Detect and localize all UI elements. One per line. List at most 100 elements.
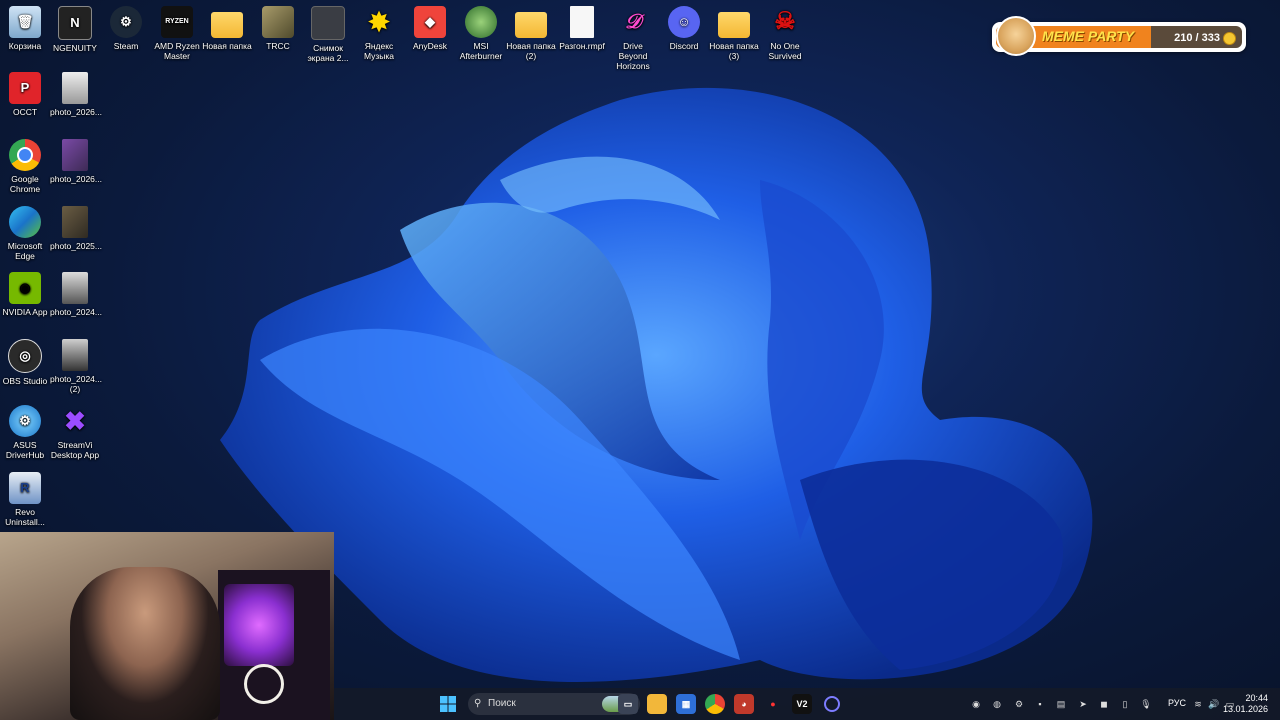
desktop-icon-photo-3[interactable]: photo_2025... <box>50 206 102 251</box>
desktop-icon-photo-1[interactable]: photo_2026... <box>50 72 102 117</box>
search-placeholder: Поиск <box>488 698 516 709</box>
meme-party-title: MEME PARTY <box>1042 28 1135 44</box>
desktop-icon-label: AnyDesk <box>412 41 447 51</box>
desktop-icon-photo-4[interactable]: photo_2024... <box>50 272 102 317</box>
photo-thumbnail-icon <box>62 72 88 104</box>
desktop-icon-nvidia-app[interactable]: ◉ NVIDIA App <box>0 272 50 317</box>
desktop-icon-msi-afterburner[interactable]: MSI Afterburner <box>456 6 506 61</box>
wifi-icon[interactable]: ≋ <box>1192 698 1204 710</box>
tray-telegram-icon[interactable]: ➤ <box>1077 698 1089 710</box>
tray-folder-icon[interactable]: ▤ <box>1055 698 1067 710</box>
desktop-icon-label: Снимок экрана 2... <box>307 43 349 63</box>
file-icon <box>570 6 594 38</box>
desktop-icon-recycle-bin[interactable]: 🗑 Корзина <box>0 6 50 51</box>
desktop-icon-label: OCCT <box>12 107 38 117</box>
coin-icon <box>1223 32 1236 45</box>
desktop-icon-label: NVIDIA App <box>2 307 48 317</box>
desktop-icon-label: Steam <box>113 41 139 51</box>
v2-taskbar-button[interactable]: V2 <box>792 694 812 714</box>
microphone-icon[interactable]: 🎙 <box>1140 698 1152 710</box>
desktop-icon-asus-driverhub[interactable]: ⚙ ASUS DriverHub <box>0 405 50 460</box>
taskbar-search-box[interactable]: ⚲ Поиск <box>468 693 640 715</box>
desktop-icon-discord[interactable]: ☺ Discord <box>659 6 709 51</box>
no-one-survived-icon: ☠ <box>774 8 796 35</box>
tray-nvidia-icon[interactable]: ◼ <box>1098 698 1110 710</box>
tray-red-dot-icon[interactable]: ◉ <box>970 698 982 710</box>
start-button[interactable] <box>438 694 458 714</box>
doge-icon <box>996 16 1036 56</box>
desktop-icon-label: NGENUITY <box>53 43 97 53</box>
search-icon: ⚲ <box>474 698 482 709</box>
desktop-icon-new-folder-2[interactable]: Новая папка (2) <box>506 6 556 61</box>
desktop-icon-revo-uninstaller[interactable]: R Revo Uninstall... <box>0 472 50 527</box>
volume-icon[interactable]: 🔊 <box>1208 698 1220 710</box>
browser-icon: ◕ <box>741 699 747 709</box>
photo-thumbnail-icon <box>62 272 88 304</box>
desktop-icon-edge[interactable]: Microsoft Edge <box>0 206 50 261</box>
drive-beyond-horizons-icon: 𝒟 <box>625 11 641 33</box>
desktop-icon-label: Новая папка (3) <box>709 41 759 61</box>
desktop-icon-label: Google Chrome <box>9 174 41 194</box>
desktop-icon-label: photo_2026... <box>50 174 102 184</box>
cortana-taskbar-button[interactable] <box>822 694 842 714</box>
photo-thumbnail-icon <box>62 339 88 371</box>
desktop-icon-label: photo_2024... (2) <box>50 374 102 394</box>
store-icon: ▦ <box>681 698 691 709</box>
tray-settings-icon[interactable]: ⚙ <box>1013 698 1025 710</box>
screenshot-icon <box>311 6 345 40</box>
file-explorer-button[interactable] <box>647 694 667 714</box>
chrome-icon <box>9 139 41 171</box>
recorder-icon: ● <box>770 699 776 709</box>
desktop-icon-label: photo_2024... <box>50 307 102 317</box>
desktop-icon-streamvi[interactable]: ✖ StreamVi Desktop App <box>50 405 100 460</box>
desktop-icon-trcc[interactable]: TRCC <box>253 6 303 51</box>
desktop-icon-new-folder[interactable]: Новая папка <box>202 6 252 51</box>
desktop-icon-label: OBS Studio <box>2 376 48 386</box>
desktop-icon-steam[interactable]: ⚙ Steam <box>101 6 151 51</box>
tray-usb-icon[interactable]: ▯ <box>1119 698 1131 710</box>
recorder-taskbar-button[interactable]: ● <box>763 694 783 714</box>
store-button[interactable]: ▦ <box>676 694 696 714</box>
ngenuity-icon: N <box>58 6 92 40</box>
tray-afterburner-icon[interactable]: ◍ <box>991 698 1003 710</box>
desktop-icon-label: Корзина <box>8 41 42 51</box>
desktop-icon-no-one-survived[interactable]: ☠ No One Survived <box>760 6 810 62</box>
occt-icon: P <box>9 72 41 104</box>
desktop-icon-label: Яндекс Музыка <box>363 41 395 61</box>
meme-party-widget: MEME PARTY 210 / 333 <box>992 16 1246 56</box>
desktop-icon-label: AMD Ryzen Master <box>154 41 200 61</box>
edge-icon <box>9 206 41 238</box>
desktop-icon-photo-2[interactable]: photo_2026... <box>50 139 102 184</box>
task-view-button[interactable]: ▭ <box>618 694 638 714</box>
desktop-icon-label: TRCC <box>266 41 290 51</box>
desktop-icon-yandex-music[interactable]: ✸ Яндекс Музыка <box>354 6 404 61</box>
desktop-icon-obs[interactable]: ◎ OBS Studio <box>0 339 50 386</box>
desktop-icon-rmpf-file[interactable]: Разгон.rmpf <box>557 6 607 51</box>
desktop-icon-screenshot[interactable]: Снимок экрана 2... <box>303 6 353 63</box>
chrome-taskbar-button[interactable] <box>705 694 725 714</box>
photo-thumbnail-icon <box>62 206 88 238</box>
webcam-streamer <box>70 567 220 720</box>
desktop-icon-label: Разгон.rmpf <box>559 41 605 51</box>
taskbar-clock[interactable]: 20:44 13.01.2026 <box>1223 693 1268 715</box>
folder-icon <box>718 12 750 38</box>
desktop-icon-label: StreamVi Desktop App <box>50 440 100 460</box>
desktop-icon-ngenuity[interactable]: N NGENUITY <box>50 6 100 53</box>
browser-taskbar-button[interactable]: ◕ <box>734 694 754 714</box>
desktop-icon-label: photo_2025... <box>50 241 102 251</box>
desktop-icon-drive-beyond-horizons[interactable]: 𝒟 Drive Beyond Horizons <box>608 6 658 71</box>
photo-thumbnail-icon <box>62 139 88 171</box>
desktop-icon-chrome[interactable]: Google Chrome <box>0 139 50 194</box>
tray-app-icon[interactable]: ▪ <box>1034 698 1046 710</box>
language-indicator[interactable]: РУС <box>1168 698 1186 708</box>
desktop-icon-photo-5[interactable]: photo_2024... (2) <box>50 339 102 394</box>
desktop-icon-ryzen-master[interactable]: RYZEN AMD Ryzen Master <box>152 6 202 61</box>
task-view-icon: ▭ <box>623 698 633 709</box>
yandex-music-icon: ✸ <box>368 7 390 37</box>
desktop-icon-anydesk[interactable]: ◆ AnyDesk <box>405 6 455 51</box>
desktop-icon-label: MSI Afterburner <box>459 41 503 61</box>
desktop-icon-new-folder-3[interactable]: Новая папка (3) <box>709 6 759 61</box>
desktop-icon-label: Discord <box>669 41 699 51</box>
desktop-icon-occt[interactable]: P OCCT <box>0 72 50 117</box>
ryzen-master-icon: RYZEN <box>161 6 193 38</box>
